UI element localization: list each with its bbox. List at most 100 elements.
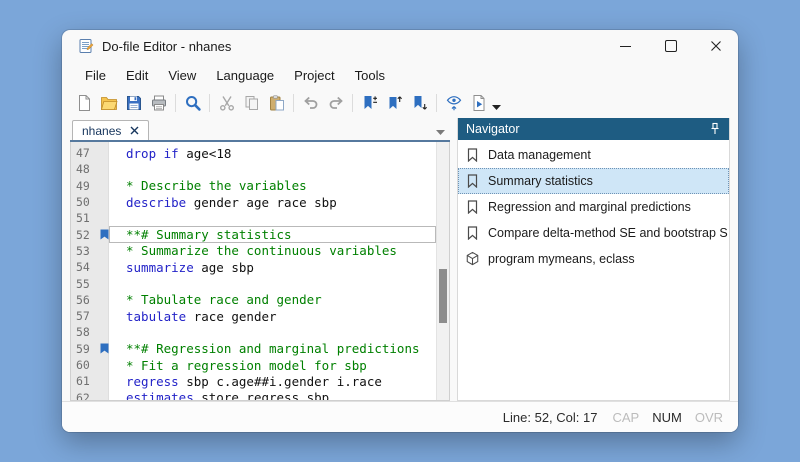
code-editor[interactable]: 47drop if age<1848 49* Describe the varia… [70, 142, 450, 401]
line-number: 48 [71, 162, 99, 176]
close-icon [710, 40, 722, 52]
menu-edit[interactable]: Edit [116, 64, 158, 87]
minimize-button[interactable] [603, 30, 648, 62]
navigator-item[interactable]: Compare delta-method SE and bootstrap SE… [458, 220, 729, 246]
save-button[interactable] [121, 91, 146, 115]
navigator-item[interactable]: Regression and marginal predictions [458, 194, 729, 220]
code-line[interactable]: 58 [71, 324, 449, 340]
status-indicator-num: NUM [652, 410, 682, 425]
tab-label: nhanes [82, 124, 121, 138]
navigator-item-label: Summary statistics [488, 174, 593, 188]
navigator-items: Data management Summary statistics Regress… [458, 140, 729, 272]
toolbar-separator [352, 94, 353, 112]
maximize-icon [665, 40, 677, 52]
tab-list-dropdown[interactable] [436, 130, 445, 135]
code-line[interactable]: 53* Summarize the continuous variables [71, 243, 449, 259]
code-line[interactable]: 60 * Fit a regression model for sbp [71, 357, 449, 373]
save-icon [125, 94, 143, 112]
toggle-bookmark-button[interactable] [357, 91, 382, 115]
scrollbar-thumb[interactable] [439, 269, 447, 323]
do-execute-icon [470, 94, 488, 112]
line-number: 56 [71, 293, 99, 307]
maximize-button[interactable] [648, 30, 693, 62]
redo-icon [327, 94, 345, 112]
navigator-panel: Navigator Data management Summary statist… [457, 118, 730, 401]
run-quietly-button[interactable] [441, 91, 466, 115]
bookmark-marker-icon [100, 343, 109, 354]
code-line[interactable]: 57tabulate race gender [71, 308, 449, 324]
do-execute-button[interactable] [466, 91, 491, 115]
toggle-bookmark-icon [361, 94, 379, 112]
editor-scrollbar[interactable] [436, 142, 449, 400]
menu-tools[interactable]: Tools [345, 64, 395, 87]
code-text: * Summarize the continuous variables [114, 243, 397, 258]
copy-button[interactable] [239, 91, 264, 115]
cut-scissors-icon [218, 94, 236, 112]
chevron-down-icon [436, 130, 445, 135]
paste-button[interactable] [264, 91, 289, 115]
code-line[interactable]: 56 * Tabulate race and gender [71, 292, 449, 308]
status-bar: Line: 52, Col: 17 CAPNUMOVR [62, 401, 738, 432]
navigator-item[interactable]: program mymeans, eclass [458, 246, 729, 272]
navigator-item[interactable]: Data management [458, 142, 729, 168]
print-button[interactable] [146, 91, 171, 115]
title-bar[interactable]: Do-file Editor - nhanes [62, 30, 738, 62]
minimize-icon [620, 46, 631, 47]
code-line[interactable]: 62estimates store regress_sbp [71, 389, 449, 401]
redo-button[interactable] [323, 91, 348, 115]
code-line[interactable]: 47drop if age<18 [71, 145, 449, 161]
next-bookmark-icon [411, 94, 429, 112]
code-line[interactable]: 55 [71, 275, 449, 291]
cut-button[interactable] [214, 91, 239, 115]
tab-nhanes[interactable]: nhanes [72, 120, 149, 140]
code-line[interactable]: 52**# Summary statistics [71, 226, 449, 242]
navigator-title: Navigator [466, 122, 520, 136]
tab-close-button[interactable] [130, 126, 139, 135]
code-text: regress sbp c.age##i.gender i.race [114, 374, 382, 389]
code-line[interactable]: 50describe gender age race sbp [71, 194, 449, 210]
copy-icon [243, 94, 261, 112]
new-do-file-button[interactable] [71, 91, 96, 115]
close-button[interactable] [693, 30, 738, 62]
toolbar [62, 88, 738, 118]
status-indicators: CAPNUMOVR [612, 410, 723, 425]
close-icon [130, 126, 139, 135]
menu-view[interactable]: View [158, 64, 206, 87]
find-button[interactable] [180, 91, 205, 115]
code-text: * Fit a regression model for sbp [114, 358, 367, 373]
code-text: * Tabulate race and gender [114, 292, 322, 307]
chevron-down-icon [492, 105, 501, 110]
code-line[interactable]: 61 regress sbp c.age##i.gender i.race [71, 373, 449, 389]
menu-file[interactable]: File [75, 64, 116, 87]
search-icon [184, 94, 202, 112]
code-line[interactable]: 54summarize age sbp [71, 259, 449, 275]
open-button[interactable] [96, 91, 121, 115]
next-bookmark-button[interactable] [407, 91, 432, 115]
code-line[interactable]: 59**# Regression and marginal prediction… [71, 341, 449, 357]
toolbar-separator [436, 94, 437, 112]
undo-icon [302, 94, 320, 112]
menu-language[interactable]: Language [206, 64, 284, 87]
navigator-item-label: Data management [488, 148, 591, 162]
undo-button[interactable] [298, 91, 323, 115]
code-line[interactable]: 49* Describe the variables [71, 178, 449, 194]
dofile-editor-window: Do-file Editor - nhanes File Edit View L… [62, 30, 738, 432]
line-number: 61 [71, 374, 99, 388]
line-number: 60 [71, 358, 99, 372]
line-number: 59 [71, 342, 99, 356]
dofile-document-icon [78, 38, 94, 54]
pin-icon [708, 122, 722, 136]
pin-button[interactable] [708, 122, 722, 136]
navigator-item[interactable]: Summary statistics [458, 168, 729, 194]
line-number: 47 [71, 146, 99, 160]
code-text: describe gender age race sbp [114, 195, 337, 210]
code-line[interactable]: 48 [71, 161, 449, 177]
new-file-icon [75, 94, 93, 112]
code-line[interactable]: 51 [71, 210, 449, 226]
menu-project[interactable]: Project [284, 64, 344, 87]
do-menu-caret-button[interactable] [491, 97, 504, 110]
bookmark-gutter [99, 343, 114, 354]
paste-clipboard-icon [268, 94, 286, 112]
bookmark-gutter [99, 229, 114, 240]
previous-bookmark-button[interactable] [382, 91, 407, 115]
